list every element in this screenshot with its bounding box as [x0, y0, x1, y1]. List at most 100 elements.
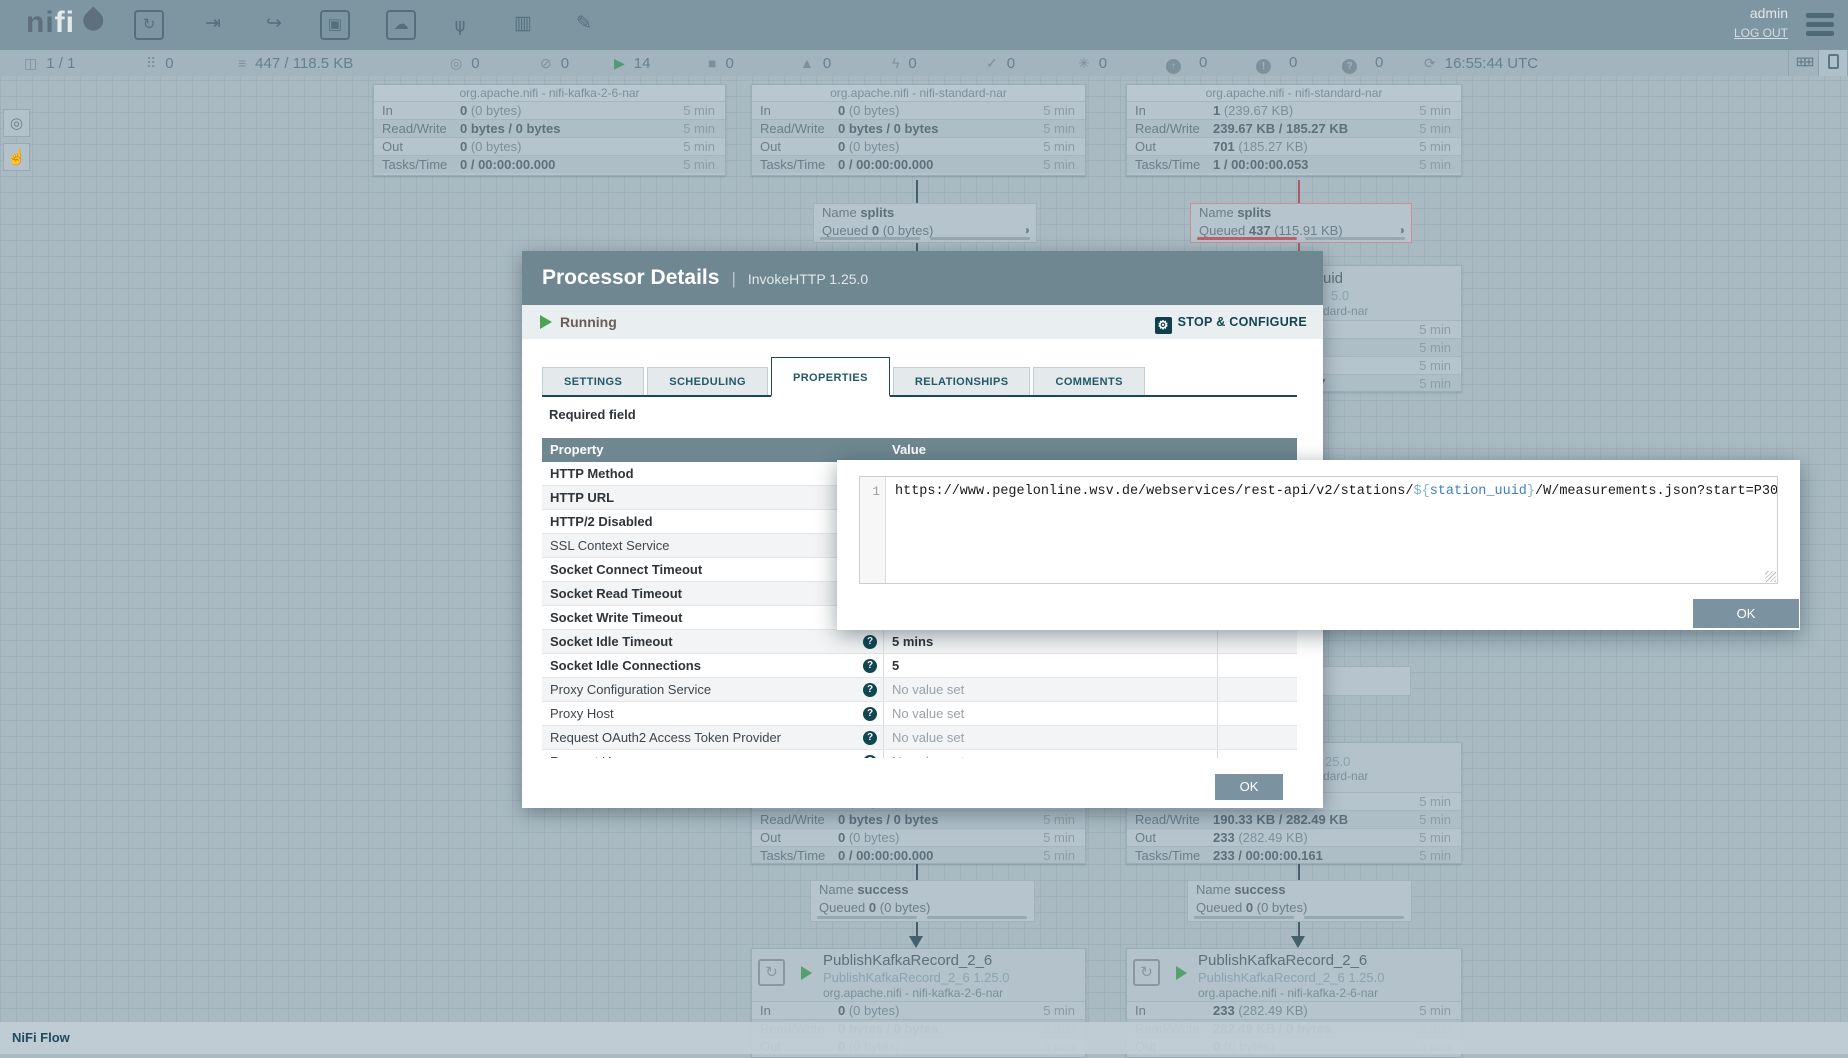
editor-ok-button[interactable]: OK [1693, 599, 1799, 628]
expression-variable: station_uuid [1430, 484, 1527, 499]
up-to-date-icon [986, 50, 998, 76]
stat-row: Read/Write0 bytes / 0 bytes5 min [752, 810, 1085, 828]
help-icon[interactable]: ? [863, 683, 877, 697]
table-row: Proxy Configuration Service?No value set [542, 678, 1297, 702]
load-balance-icon [1023, 223, 1030, 237]
operate-palette-button[interactable] [3, 143, 30, 171]
processor-stats-box[interactable]: org.apache.nifi - nifi-standard-nar In1 … [1126, 84, 1462, 176]
navigate-palette-button[interactable] [3, 109, 30, 137]
help-icon[interactable]: ? [863, 755, 877, 758]
bundle-label: org.apache.nifi - nifi-standard-nar [1127, 85, 1461, 101]
bundle-label: org.apache.nifi - nifi-kafka-2-6-nar [823, 986, 1003, 1000]
connection-label-splits[interactable]: Name splits Queued 0 (0 bytes) [813, 203, 1037, 243]
running-icon [801, 966, 812, 980]
cluster-icon [24, 50, 37, 76]
line-number-gutter: 1 [860, 477, 886, 583]
add-template-icon[interactable] [508, 10, 538, 40]
nifi-logo: ninififi [26, 6, 99, 40]
run-status-label: Running [560, 305, 617, 339]
tab-properties[interactable]: PROPERTIES [771, 357, 890, 397]
add-output-port-icon[interactable] [259, 10, 289, 40]
add-input-port-icon[interactable] [198, 10, 228, 40]
stat-row: Out0 (0 bytes)5 min [374, 137, 725, 155]
stop-and-configure-button[interactable]: ⚙STOP & CONFIGURE [1155, 305, 1307, 339]
value-editor-popup: 1 https://www.pegelonline.wsv.de/webserv… [837, 460, 1800, 630]
processor-icon: ↻ [1133, 959, 1160, 986]
stat-row: In233 (282.49 KB)5 min [1127, 1001, 1461, 1019]
add-remote-process-group-icon[interactable] [386, 10, 416, 40]
last-refreshed-time: 16:55:44 UTC [1445, 55, 1538, 72]
refresh-icon[interactable] [1424, 50, 1436, 76]
queue-progress-bar [1194, 916, 1294, 919]
stat-row: In0 (0 bytes)5 min [752, 101, 1085, 119]
threads-icon [146, 50, 156, 76]
processor-stats-box[interactable]: org.apache.nifi - nifi-kafka-2-6-nar In0… [373, 84, 726, 176]
dialog-ok-button[interactable]: OK [1215, 774, 1283, 800]
size-progress-bar [1305, 237, 1405, 240]
stopped-icon [708, 50, 716, 76]
current-user: admin [1750, 5, 1788, 21]
stat-row: Read/Write190.33 KB / 282.49 KB5 min [1127, 810, 1461, 828]
arrowhead-icon [909, 936, 923, 948]
stat-row: Out0 (0 bytes)5 min [752, 137, 1085, 155]
running-icon [1176, 966, 1187, 980]
table-row: Proxy Host?No value set [542, 702, 1297, 726]
dialog-subtitle: InvokeHTTP 1.25.0 [748, 271, 868, 287]
help-icon[interactable]: ? [863, 659, 877, 673]
add-funnel-icon[interactable] [445, 10, 475, 40]
bundle-label: org.apache.nifi - nifi-standard-nar [752, 85, 1085, 101]
table-row: Request Username?No value set [542, 750, 1297, 758]
connection-label-success[interactable]: Name success Queued 0 (0 bytes) [810, 880, 1035, 922]
processor-stats-box[interactable]: org.apache.nifi - nifi-standard-nar In0 … [751, 84, 1086, 176]
help-icon[interactable]: ? [863, 635, 877, 649]
stat-row: Tasks/Time1 / 00:00:00.0535 min [1127, 155, 1461, 173]
flow-summary-icon[interactable] [1828, 54, 1839, 69]
size-progress-bar [927, 916, 1027, 919]
processor-title-fragment: uid [1323, 270, 1343, 287]
tab-relationships[interactable]: RELATIONSHIPS [893, 367, 1031, 395]
bundle-fragment: dard-nar [1323, 769, 1368, 783]
value-editor-text[interactable]: https://www.pegelonline.wsv.de/webservic… [887, 477, 1777, 583]
sync-failure-icon: ? [1342, 59, 1357, 74]
queue-progress-bar [817, 916, 917, 919]
stat-row: Out701 (185.27 KB)5 min [1127, 137, 1461, 155]
bundle-label: org.apache.nifi - nifi-kafka-2-6-nar [374, 85, 725, 101]
queued-icon [238, 50, 246, 76]
table-row: Socket Idle Connections?5 [542, 654, 1297, 678]
connection-label-success[interactable]: Name success Queued 0 (0 bytes) [1187, 880, 1412, 922]
required-field-label: Required field [549, 407, 636, 422]
tab-settings[interactable]: SETTINGS [542, 367, 644, 395]
stat-row: Read/Write0 bytes / 0 bytes5 min [752, 119, 1085, 137]
connection-line [916, 180, 918, 203]
table-header: PropertyValue [542, 438, 1297, 462]
help-icon[interactable]: ? [863, 707, 877, 721]
stat-row: Tasks/Time233 / 00:00:00.1615 min [1127, 846, 1461, 864]
size-progress-bar [1304, 916, 1404, 919]
status-row: Running ⚙STOP & CONFIGURE [522, 305, 1323, 339]
stat-row: Tasks/Time0 / 00:00:00.0005 min [752, 846, 1085, 864]
connection-label-splits-backpressure[interactable]: Name splits Queued 437 (115.91 KB) [1190, 203, 1412, 243]
invalid-icon [800, 50, 814, 76]
stat-row: Out233 (282.49 KB)5 min [1127, 828, 1461, 846]
add-process-group-icon[interactable] [320, 10, 350, 40]
breadcrumb-root[interactable]: NiFi Flow [12, 1030, 70, 1045]
logout-link[interactable]: LOG OUT [1734, 26, 1788, 40]
add-label-icon[interactable] [569, 10, 599, 40]
load-balance-icon [1398, 223, 1405, 237]
running-icon [540, 315, 552, 329]
resize-handle[interactable] [1765, 571, 1776, 582]
tab-scheduling[interactable]: SCHEDULING [647, 367, 768, 395]
help-icon[interactable]: ? [863, 731, 877, 745]
bundle-label: org.apache.nifi - nifi-kafka-2-6-nar [1198, 986, 1378, 1000]
bundle-fragment: dard-nar [1323, 304, 1368, 318]
stop-configure-icon: ⚙ [1155, 317, 1172, 334]
stat-row: In0 (0 bytes)5 min [374, 101, 725, 119]
arrowhead-icon [1291, 936, 1305, 948]
birdseye-toggle-icon[interactable]: ⊞⊞ [1796, 54, 1812, 69]
stat-row: In0 (0 bytes)5 min [752, 1001, 1085, 1019]
global-menu-icon[interactable] [1806, 13, 1834, 40]
add-processor-icon[interactable] [134, 10, 164, 40]
tab-comments[interactable]: COMMENTS [1033, 367, 1144, 395]
value-editor[interactable]: 1 https://www.pegelonline.wsv.de/webserv… [859, 476, 1778, 584]
processor-type: PublishKafkaRecord_2_6 1.25.0 [823, 970, 1009, 985]
